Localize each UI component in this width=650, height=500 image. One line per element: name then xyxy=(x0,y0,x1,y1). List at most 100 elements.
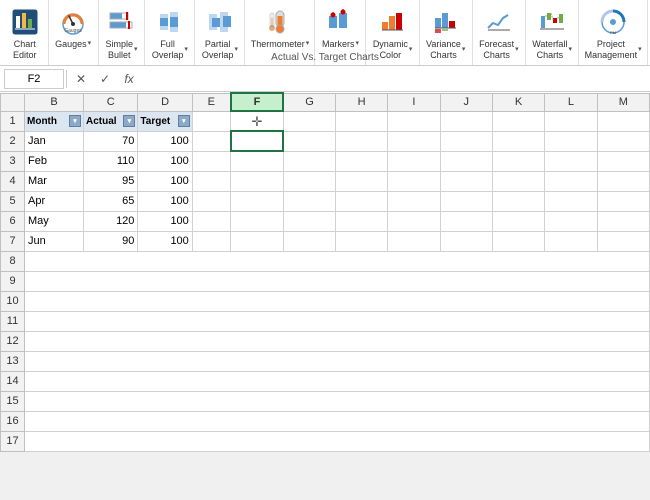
empty-row-10[interactable] xyxy=(25,291,650,311)
cell-g5[interactable] xyxy=(283,191,335,211)
cell-e6[interactable] xyxy=(192,211,230,231)
col-header-c[interactable]: C xyxy=(84,93,138,111)
cell-e2[interactable] xyxy=(192,131,230,151)
cell-e7[interactable] xyxy=(192,231,230,251)
cell-h3[interactable] xyxy=(335,151,387,171)
cell-m3[interactable] xyxy=(597,151,649,171)
cell-f3[interactable] xyxy=(231,151,283,171)
cell-m7[interactable] xyxy=(597,231,649,251)
markers-button[interactable]: Markers▾ xyxy=(319,4,362,52)
cell-g3[interactable] xyxy=(283,151,335,171)
cell-l7[interactable] xyxy=(545,231,597,251)
cell-e5[interactable] xyxy=(192,191,230,211)
cell-j4[interactable] xyxy=(440,171,492,191)
cell-f4[interactable] xyxy=(231,171,283,191)
cell-j5[interactable] xyxy=(440,191,492,211)
empty-row-16[interactable] xyxy=(25,411,650,431)
col-header-m[interactable]: M xyxy=(597,93,649,111)
fx-button[interactable]: fx xyxy=(119,69,139,89)
empty-row-17[interactable] xyxy=(25,431,650,451)
actual-filter-arrow[interactable]: ▾ xyxy=(123,115,135,127)
cell-f5[interactable] xyxy=(231,191,283,211)
cell-m6[interactable] xyxy=(597,211,649,231)
target-filter-arrow[interactable]: ▾ xyxy=(178,115,190,127)
gauges-button[interactable]: Gauges Gauges▾ xyxy=(52,4,94,52)
cell-e4[interactable] xyxy=(192,171,230,191)
cell-k3[interactable] xyxy=(492,151,544,171)
cell-c3[interactable]: 110 xyxy=(84,151,138,171)
empty-row-12[interactable] xyxy=(25,331,650,351)
cell-f7[interactable] xyxy=(231,231,283,251)
cell-i4[interactable] xyxy=(388,171,440,191)
cell-i5[interactable] xyxy=(388,191,440,211)
cell-h1[interactable] xyxy=(335,111,387,131)
month-filter-arrow[interactable]: ▾ xyxy=(69,115,81,127)
cell-b5[interactable]: Apr xyxy=(25,191,84,211)
project-management-button[interactable]: PM ProjectManagement▾ xyxy=(582,4,645,63)
waterfall-charts-button[interactable]: WaterfallCharts▾ xyxy=(529,4,575,63)
variance-charts-button[interactable]: VarianceCharts▾ xyxy=(423,4,468,63)
cell-j2[interactable] xyxy=(440,131,492,151)
empty-row-9[interactable] xyxy=(25,271,650,291)
cell-b7[interactable]: Jun xyxy=(25,231,84,251)
cell-c7[interactable]: 90 xyxy=(84,231,138,251)
cell-i7[interactable] xyxy=(388,231,440,251)
chart-editor-button[interactable]: ChartEditor xyxy=(6,4,44,63)
col-header-i[interactable]: I xyxy=(388,93,440,111)
cell-e1[interactable] xyxy=(192,111,230,131)
cell-l3[interactable] xyxy=(545,151,597,171)
col-header-k[interactable]: K xyxy=(492,93,544,111)
cell-h7[interactable] xyxy=(335,231,387,251)
cell-c5[interactable]: 65 xyxy=(84,191,138,211)
col-header-e[interactable]: E xyxy=(192,93,230,111)
cell-c6[interactable]: 120 xyxy=(84,211,138,231)
cell-e3[interactable] xyxy=(192,151,230,171)
cell-f6[interactable] xyxy=(231,211,283,231)
cell-l1[interactable] xyxy=(545,111,597,131)
cell-i3[interactable] xyxy=(388,151,440,171)
cell-k2[interactable] xyxy=(492,131,544,151)
cancel-formula-button[interactable]: ✕ xyxy=(71,69,91,89)
cell-b4[interactable]: Mar xyxy=(25,171,84,191)
cell-g1[interactable] xyxy=(283,111,335,131)
cell-k5[interactable] xyxy=(492,191,544,211)
col-header-b[interactable]: B xyxy=(25,93,84,111)
col-header-f[interactable]: F xyxy=(231,93,283,111)
cell-i1[interactable] xyxy=(388,111,440,131)
forecast-charts-button[interactable]: ForecastCharts▾ xyxy=(476,4,522,63)
cell-d3[interactable]: 100 xyxy=(138,151,192,171)
cell-m5[interactable] xyxy=(597,191,649,211)
cell-i2[interactable] xyxy=(388,131,440,151)
full-overlap-button[interactable]: FullOverlap▾ xyxy=(149,4,191,63)
cell-d7[interactable]: 100 xyxy=(138,231,192,251)
name-box[interactable] xyxy=(4,69,64,89)
cell-g7[interactable] xyxy=(283,231,335,251)
simple-bullet-button[interactable]: SimpleBullet▾ xyxy=(102,4,140,63)
cell-j1[interactable] xyxy=(440,111,492,131)
confirm-formula-button[interactable]: ✓ xyxy=(95,69,115,89)
formula-input[interactable] xyxy=(143,69,646,89)
cell-l2[interactable] xyxy=(545,131,597,151)
cell-h6[interactable] xyxy=(335,211,387,231)
cell-h2[interactable] xyxy=(335,131,387,151)
cell-d4[interactable]: 100 xyxy=(138,171,192,191)
cell-b3[interactable]: Feb xyxy=(25,151,84,171)
col-header-j[interactable]: J xyxy=(440,93,492,111)
cell-i6[interactable] xyxy=(388,211,440,231)
cell-j6[interactable] xyxy=(440,211,492,231)
cell-m1[interactable] xyxy=(597,111,649,131)
dynamic-color-button[interactable]: DynamicColor▾ xyxy=(370,4,416,63)
empty-row-13[interactable] xyxy=(25,351,650,371)
cell-g2[interactable] xyxy=(283,131,335,151)
cell-b6[interactable]: May xyxy=(25,211,84,231)
cell-k7[interactable] xyxy=(492,231,544,251)
col-header-l[interactable]: L xyxy=(545,93,597,111)
cell-h5[interactable] xyxy=(335,191,387,211)
cell-d6[interactable]: 100 xyxy=(138,211,192,231)
cell-k4[interactable] xyxy=(492,171,544,191)
partial-overlap-button[interactable]: PartialOverlap▾ xyxy=(199,4,241,63)
cell-g6[interactable] xyxy=(283,211,335,231)
cell-d1[interactable]: Target ▾ xyxy=(138,111,192,131)
cell-f2[interactable] xyxy=(231,131,283,151)
cell-b2[interactable]: Jan xyxy=(25,131,84,151)
